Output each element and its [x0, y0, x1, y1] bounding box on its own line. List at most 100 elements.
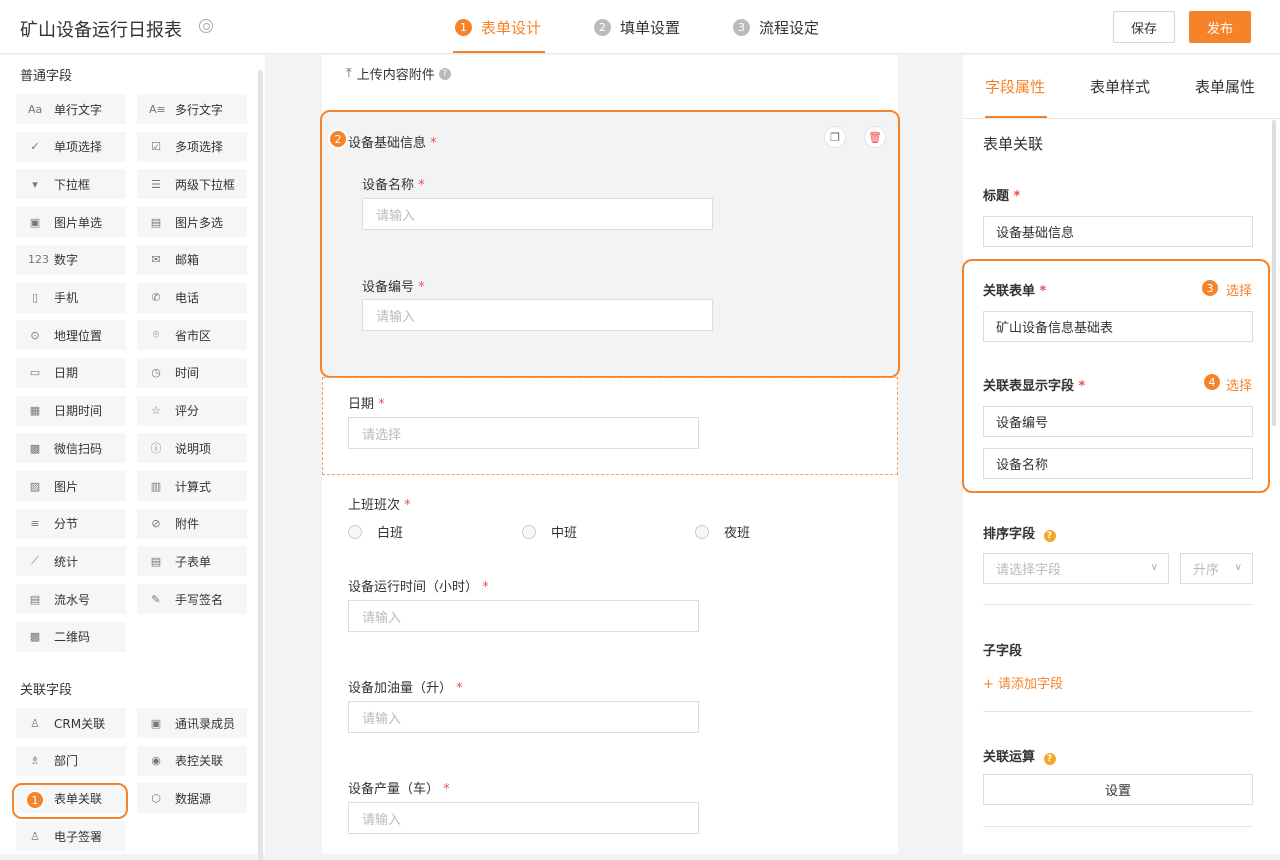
device-name-input[interactable]: 请输入 [362, 198, 713, 230]
related-field-item[interactable]: ♙ CRM关联 [16, 708, 126, 738]
field-type-label: 单项选择 [54, 140, 103, 155]
tab-form-properties[interactable]: 表单属性 [1195, 76, 1255, 97]
field-type-icon: ⬡ [151, 791, 161, 805]
field-type-icon: ☑ [151, 140, 161, 154]
fuel-input[interactable]: 请输入 [348, 701, 699, 733]
common-field-item[interactable]: ▥ 计算式 [137, 471, 247, 501]
field-type-label: 两级下拉框 [175, 177, 236, 192]
common-field-item[interactable]: ✉ 邮箱 [137, 244, 247, 275]
sort-field-select[interactable]: 请选择字段 ∨ [983, 553, 1169, 584]
related-field-item[interactable]: ⬡ 数据源 [137, 783, 247, 814]
publish-button[interactable]: 发布 [1189, 11, 1251, 43]
sort-order-value: 升序 [1193, 563, 1220, 578]
common-field-item[interactable]: ▦ 日期时间 [16, 395, 126, 426]
common-field-item[interactable]: ▭ 日期 [16, 357, 126, 388]
field-type-label: 单行文字 [54, 102, 103, 117]
display-field-item[interactable]: 设备名称 [983, 448, 1253, 479]
radio-label: 中班 [551, 526, 578, 541]
radio-label: 白班 [377, 526, 404, 541]
field-type-label: 通讯录成员 [175, 716, 236, 731]
upload-icon: ⤒ [346, 66, 352, 81]
runtime-input[interactable]: 请输入 [348, 600, 699, 632]
common-field-item[interactable]: ▯ 手机 [16, 282, 126, 313]
radio-day-shift[interactable]: 白班 [348, 522, 403, 541]
common-field-item[interactable]: ▤ 流水号 [16, 584, 126, 615]
field-type-icon: ⌾ [152, 328, 160, 342]
related-form-input[interactable]: 矿山设备信息基础表 [983, 311, 1253, 342]
common-field-item[interactable]: ⟋ 统计 [16, 546, 126, 577]
step-workflow[interactable]: 3 流程设定 [733, 17, 819, 38]
related-field-item[interactable]: ◉ 表控关联 [137, 745, 247, 776]
tab-field-properties[interactable]: 字段属性 [985, 76, 1045, 97]
step-fill-settings[interactable]: 2 填单设置 [594, 17, 680, 38]
copy-icon[interactable]: ❐ [824, 126, 846, 148]
field-type-icon: ♙ [30, 829, 40, 843]
common-field-item[interactable]: ☆ 评分 [137, 395, 247, 426]
title-input[interactable]: 设备基础信息 [983, 216, 1253, 247]
device-no-input[interactable]: 请输入 [362, 299, 713, 331]
field-type-icon: ▩ [29, 441, 41, 455]
common-field-item[interactable]: ≡ 分节 [16, 508, 126, 539]
field-type-icon: Aa [28, 102, 43, 116]
left-scrollbar[interactable] [258, 70, 263, 860]
radio-mid-shift[interactable]: 中班 [522, 522, 577, 541]
common-field-item[interactable]: ◷ 时间 [137, 357, 247, 388]
common-field-item[interactable]: ✆ 电话 [137, 282, 247, 313]
related-field-item[interactable]: ♙ 电子签署 [16, 821, 126, 852]
field-type-label: 计算式 [175, 479, 212, 494]
common-field-item[interactable]: ▾ 下拉框 [16, 169, 126, 200]
common-field-item[interactable]: ⊘ 附件 [137, 508, 247, 539]
field-type-label: 评分 [175, 404, 200, 419]
related-field-item[interactable]: ♗ 部门 [16, 745, 126, 776]
common-field-item[interactable]: ▩ 二维码 [16, 621, 126, 652]
common-field-item[interactable]: 123 数字 [16, 244, 126, 275]
display-field-item[interactable]: 设备编号 [983, 406, 1253, 437]
subfield-label: 子字段 [983, 644, 1023, 659]
common-field-item[interactable]: ☰ 两级下拉框 [137, 169, 247, 200]
field-type-label: 二维码 [54, 630, 91, 645]
common-field-item[interactable]: ✓ 单项选择 [16, 131, 126, 162]
field-type-label: 手写签名 [175, 592, 224, 607]
calc-settings-button[interactable]: 设置 [983, 774, 1253, 805]
common-field-item[interactable]: ⌾ 省市区 [137, 320, 247, 351]
common-field-item[interactable]: ▨ 图片 [16, 471, 126, 501]
common-field-item[interactable]: ▤ 子表单 [137, 546, 247, 577]
select-related-form-link[interactable]: 选择 [1226, 280, 1252, 299]
select-display-field-link[interactable]: 选择 [1226, 375, 1252, 394]
common-field-item[interactable]: ✎ 手写签名 [137, 584, 247, 615]
field-type-icon: ☰ [151, 177, 161, 191]
add-subfield-link[interactable]: + 请添加字段 [983, 673, 1063, 692]
field-type-label: 附件 [175, 517, 200, 532]
common-field-item[interactable]: ⊙ 地理位置 [16, 320, 126, 351]
output-input[interactable]: 请输入 [348, 802, 699, 834]
upload-attachment[interactable]: ⤒ 上传内容附件 ? [346, 64, 451, 83]
field-type-label: 多行文字 [175, 102, 224, 117]
delete-icon[interactable]: 🗑 [864, 126, 886, 148]
output-label: 设备产量（车） * [348, 782, 450, 797]
step-form-design[interactable]: 1 表单设计 [455, 17, 541, 38]
related-field-item[interactable]: ▣ 通讯录成员 [137, 708, 247, 738]
right-scrollbar[interactable] [1272, 120, 1276, 426]
common-field-item[interactable]: ⓘ 说明项 [137, 433, 247, 464]
common-field-item[interactable]: ☑ 多项选择 [137, 131, 247, 162]
gear-icon[interactable] [199, 19, 213, 33]
common-field-item[interactable]: ▣ 图片单选 [16, 207, 126, 238]
runtime-label: 设备运行时间（小时） * [348, 580, 489, 595]
page-title: 矿山设备运行日报表 [20, 20, 182, 41]
sort-order-select[interactable]: 升序 ∨ [1180, 553, 1253, 584]
tab-form-style[interactable]: 表单样式 [1090, 76, 1150, 97]
common-field-item[interactable]: ▩ 微信扫码 [16, 433, 126, 464]
field-type-label: 邮箱 [175, 253, 200, 268]
common-field-item[interactable]: A≡ 多行文字 [137, 94, 247, 124]
save-button[interactable]: 保存 [1113, 11, 1175, 43]
help-icon: ? [1043, 753, 1056, 765]
field-type-icon: ⟋ [31, 554, 39, 568]
common-field-item[interactable]: ▤ 图片多选 [137, 207, 247, 238]
step-number: 1 [455, 19, 472, 36]
related-display-label: 关联表显示字段 * [983, 379, 1086, 394]
radio-night-shift[interactable]: 夜班 [695, 522, 750, 541]
divider [983, 711, 1253, 712]
common-field-item[interactable]: Aa 单行文字 [16, 94, 126, 124]
date-input[interactable]: 请选择 [348, 417, 699, 449]
field-type-icon: ✎ [151, 592, 161, 606]
